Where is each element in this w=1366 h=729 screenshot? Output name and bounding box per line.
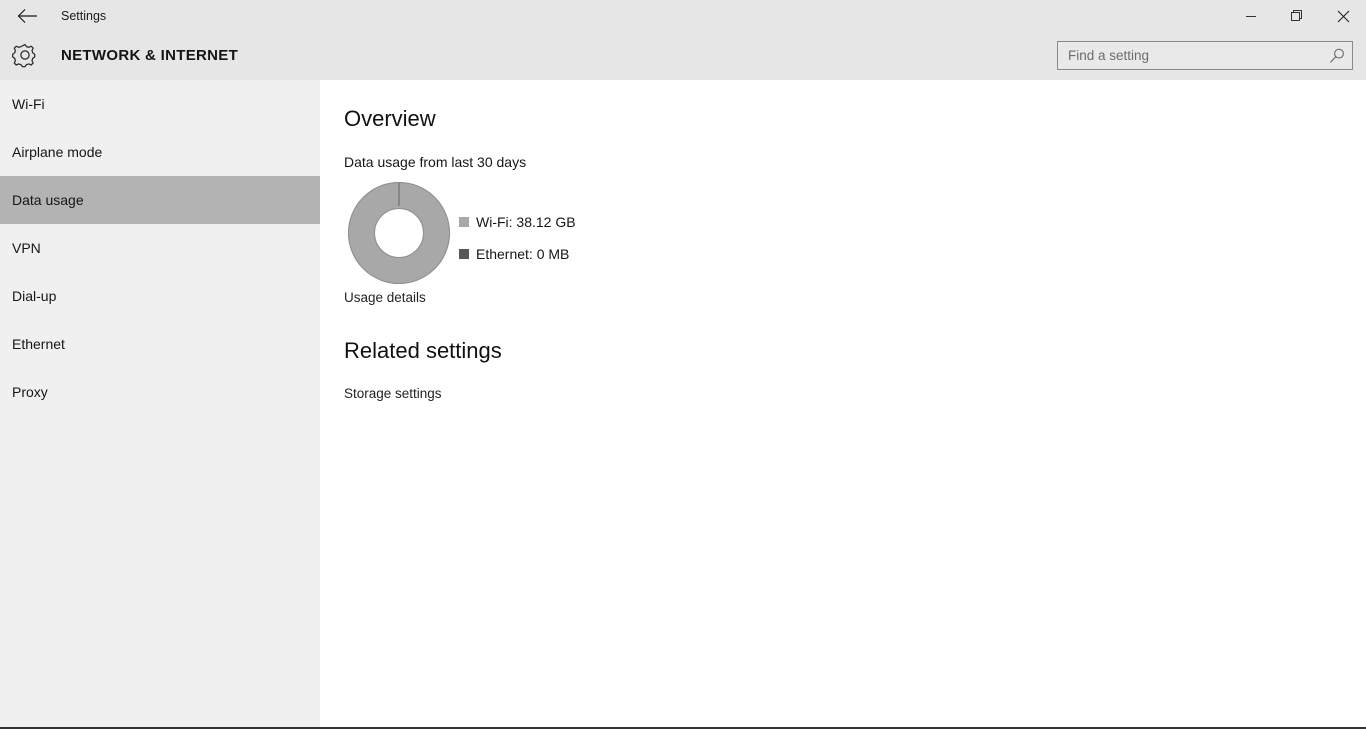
overview-heading: Overview — [344, 106, 436, 131]
sidebar-item-label: Ethernet — [12, 336, 65, 352]
title-bar: Settings — [0, 0, 1366, 32]
sidebar-item-vpn[interactable]: VPN — [0, 224, 320, 272]
search-icon[interactable] — [1328, 47, 1346, 65]
search-input[interactable] — [1068, 42, 1320, 69]
legend-label-ethernet: Ethernet: 0 MB — [476, 246, 570, 262]
legend-swatch-ethernet — [459, 249, 469, 259]
window-controls — [1228, 0, 1366, 32]
usage-details-link[interactable]: Usage details — [344, 290, 426, 305]
close-button[interactable] — [1320, 0, 1366, 32]
sidebar-item-label: Dial-up — [12, 288, 57, 304]
sidebar-item-airplane-mode[interactable]: Airplane mode — [0, 128, 320, 176]
sidebar-item-label: Wi-Fi — [12, 96, 45, 112]
sidebar-item-wifi[interactable]: Wi-Fi — [0, 80, 320, 128]
minimize-button[interactable] — [1228, 0, 1274, 32]
window-title: Settings — [61, 9, 107, 23]
restore-icon — [1291, 10, 1303, 22]
gear-icon — [12, 42, 38, 68]
legend-item-wifi: Wi-Fi: 38.12 GB — [459, 206, 759, 238]
related-settings-heading: Related settings — [344, 338, 502, 363]
legend-item-ethernet: Ethernet: 0 MB — [459, 238, 759, 270]
sidebar-item-label: Data usage — [12, 192, 84, 208]
restore-button[interactable] — [1274, 0, 1320, 32]
back-arrow-icon — [17, 8, 39, 24]
minimize-icon — [1245, 10, 1257, 22]
main-content: Overview Data usage from last 30 days Wi… — [320, 80, 1366, 727]
back-button[interactable] — [6, 0, 50, 32]
sidebar-item-data-usage[interactable]: Data usage — [0, 176, 320, 224]
data-usage-donut-chart — [348, 182, 450, 284]
data-usage-subtitle: Data usage from last 30 days — [344, 154, 527, 170]
sidebar-item-label: VPN — [12, 240, 41, 256]
sidebar-nav: Wi-Fi Airplane mode Data usage VPN Dial-… — [0, 80, 320, 727]
sidebar-item-ethernet[interactable]: Ethernet — [0, 320, 320, 368]
page-title: NETWORK & INTERNET — [61, 47, 239, 64]
sidebar-item-label: Airplane mode — [12, 144, 103, 160]
sidebar-item-proxy[interactable]: Proxy — [0, 368, 320, 416]
settings-window: Settings NETWORK & INTERNET Find a setti… — [0, 0, 1366, 729]
close-icon — [1337, 10, 1350, 23]
sidebar-item-dial-up[interactable]: Dial-up — [0, 272, 320, 320]
search-box[interactable] — [1057, 41, 1353, 70]
storage-settings-link[interactable]: Storage settings — [344, 386, 442, 401]
donut-slice-wifi — [348, 182, 450, 284]
legend-swatch-wifi — [459, 217, 469, 227]
chart-legend: Wi-Fi: 38.12 GB Ethernet: 0 MB — [459, 206, 759, 270]
legend-label-wifi: Wi-Fi: 38.12 GB — [476, 214, 576, 230]
sidebar-item-label: Proxy — [12, 384, 48, 400]
